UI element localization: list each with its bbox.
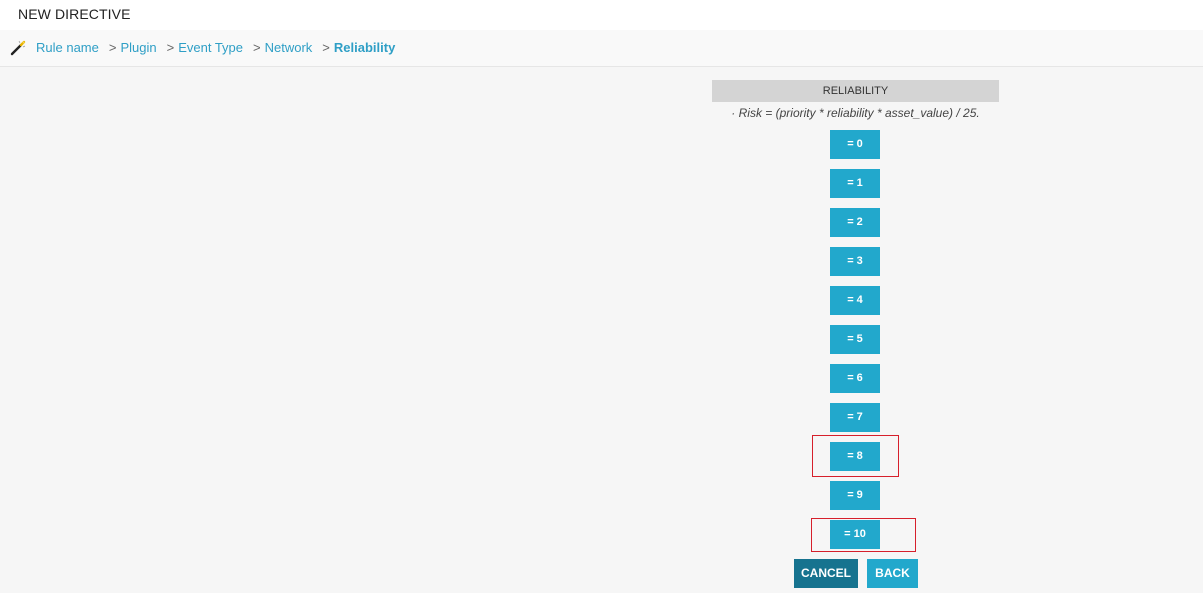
reliability-option-0[interactable]: = 0 bbox=[830, 130, 880, 159]
reliability-option-1[interactable]: = 1 bbox=[830, 169, 880, 198]
breadcrumb-separator: > bbox=[166, 40, 175, 55]
reliability-option-9[interactable]: = 9 bbox=[830, 481, 880, 510]
reliability-option-2[interactable]: = 2 bbox=[830, 208, 880, 237]
wand-icon bbox=[10, 40, 26, 56]
reliability-option-7[interactable]: = 7 bbox=[830, 403, 880, 432]
title-bar: NEW DIRECTIVE bbox=[0, 0, 1203, 30]
breadcrumb-item-event-type[interactable]: Event Type bbox=[178, 40, 243, 55]
highlight-box-option-10 bbox=[811, 518, 916, 552]
breadcrumb-separator: > bbox=[253, 40, 261, 55]
reliability-option-4[interactable]: = 4 bbox=[830, 286, 880, 315]
page-title: NEW DIRECTIVE bbox=[18, 6, 131, 22]
breadcrumb-item-plugin[interactable]: Plugin bbox=[120, 40, 156, 55]
breadcrumb-item-rule-name[interactable]: Rule name bbox=[36, 40, 99, 55]
reliability-option-6[interactable]: = 6 bbox=[830, 364, 880, 393]
breadcrumb: Rule name > Plugin > Event Type > Network > Reli… bbox=[0, 30, 1203, 67]
reliability-option-3[interactable]: = 3 bbox=[830, 247, 880, 276]
back-button[interactable]: BACK bbox=[867, 559, 918, 588]
breadcrumb-separator: > bbox=[108, 40, 117, 55]
risk-formula: · Risk = (priority * reliability * asset… bbox=[731, 106, 980, 120]
cancel-button[interactable]: CANCEL bbox=[794, 559, 858, 588]
highlight-box-option-8 bbox=[812, 435, 899, 477]
breadcrumb-item-reliability: Reliability bbox=[333, 40, 396, 55]
breadcrumb-separator: > bbox=[322, 40, 330, 55]
breadcrumb-items: Rule name > Plugin > Event Type > Network > Reli… bbox=[36, 40, 395, 55]
reliability-header: RELIABILITY bbox=[712, 80, 999, 102]
reliability-option-5[interactable]: = 5 bbox=[830, 325, 880, 354]
breadcrumb-item-network[interactable]: Network bbox=[265, 40, 313, 55]
